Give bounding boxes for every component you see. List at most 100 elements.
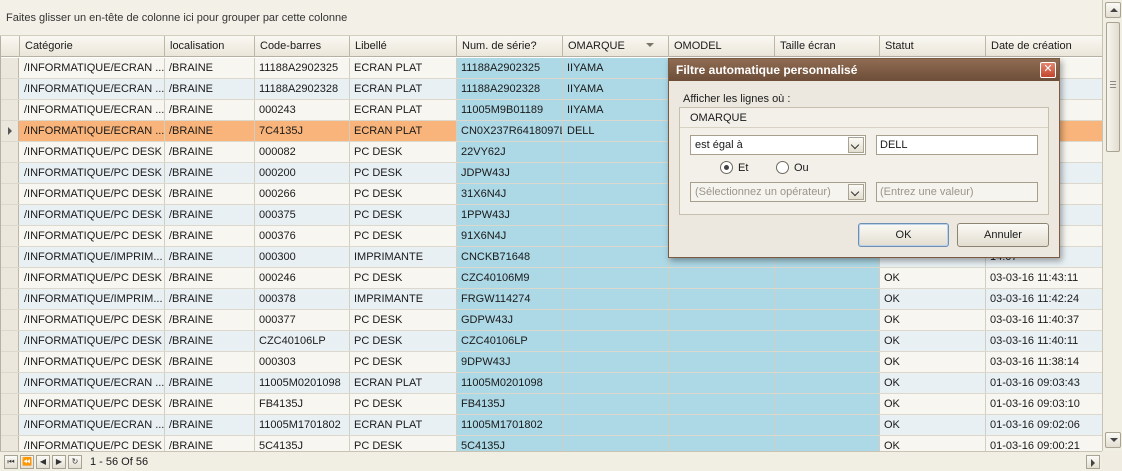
header-libelle[interactable]: Libellé: [350, 36, 457, 57]
cell-serie[interactable]: 11005M1701802: [457, 415, 563, 435]
row-indicator[interactable]: [1, 100, 19, 120]
cancel-button[interactable]: Annuler: [957, 223, 1049, 247]
row-indicator[interactable]: [1, 289, 19, 309]
cell-date[interactable]: 03-03-16 11:43:11: [986, 268, 1102, 288]
cell-cat[interactable]: /INFORMATIQUE/ECRAN ...: [20, 58, 165, 78]
table-row[interactable]: /INFORMATIQUE/PC DESK/BRAINE CZC40106LP PC…: [1, 331, 1102, 352]
cell-lib[interactable]: PC DESK: [350, 226, 457, 246]
cell-lib[interactable]: PC DESK: [350, 184, 457, 204]
cell-taille[interactable]: [775, 268, 880, 288]
cell-serie[interactable]: FRGW114274: [457, 289, 563, 309]
cell-lib[interactable]: PC DESK: [350, 394, 457, 414]
group-by-panel[interactable]: Faites glisser un en-tête de colonne ici…: [0, 0, 1122, 36]
cell-lib[interactable]: ECRAN PLAT: [350, 121, 457, 141]
row-indicator[interactable]: [1, 247, 19, 267]
cell-marque[interactable]: [563, 373, 669, 393]
row-indicator[interactable]: [1, 436, 19, 451]
cell-marque[interactable]: [563, 415, 669, 435]
cell-date[interactable]: 01-03-16 09:03:10: [986, 394, 1102, 414]
header-omarque[interactable]: OMARQUE: [563, 36, 669, 57]
cell-marque[interactable]: [563, 331, 669, 351]
cell-lib[interactable]: PC DESK: [350, 142, 457, 162]
prev-record-button[interactable]: ◀: [36, 455, 50, 469]
cell-taille[interactable]: [775, 310, 880, 330]
cell-loc[interactable]: /BRAINE: [165, 184, 255, 204]
operator1-select[interactable]: est égal à: [690, 135, 866, 155]
row-indicator[interactable]: [1, 415, 19, 435]
chevron-down-icon[interactable]: [848, 184, 864, 200]
cell-model[interactable]: [669, 394, 775, 414]
cell-serie[interactable]: 22VY62J: [457, 142, 563, 162]
cell-lib[interactable]: PC DESK: [350, 436, 457, 451]
cell-statut[interactable]: OK: [880, 373, 986, 393]
cell-date[interactable]: 01-03-16 09:02:06: [986, 415, 1102, 435]
cell-taille[interactable]: [775, 394, 880, 414]
cell-cat[interactable]: /INFORMATIQUE/PC DESK: [20, 205, 165, 225]
header-code-barres[interactable]: Code-barres: [255, 36, 350, 57]
cell-cat[interactable]: /INFORMATIQUE/PC DESK: [20, 142, 165, 162]
cell-lib[interactable]: ECRAN PLAT: [350, 100, 457, 120]
cell-cat[interactable]: /INFORMATIQUE/PC DESK: [20, 268, 165, 288]
cell-marque[interactable]: [563, 226, 669, 246]
cell-code[interactable]: 11005M0201098: [255, 373, 350, 393]
cell-date[interactable]: 03-03-16 11:40:37: [986, 310, 1102, 330]
cell-lib[interactable]: ECRAN PLAT: [350, 79, 457, 99]
cell-lib[interactable]: PC DESK: [350, 163, 457, 183]
cell-taille[interactable]: [775, 289, 880, 309]
cell-loc[interactable]: /BRAINE: [165, 394, 255, 414]
cell-serie[interactable]: CZC40106LP: [457, 331, 563, 351]
scroll-up-button[interactable]: [1105, 2, 1121, 18]
cell-loc[interactable]: /BRAINE: [165, 121, 255, 141]
cell-serie[interactable]: 11188A2902328: [457, 79, 563, 99]
table-row[interactable]: /INFORMATIQUE/ECRAN .../BRAINE 11005M1701…: [1, 415, 1102, 436]
cell-serie[interactable]: CZC40106M9: [457, 268, 563, 288]
cell-code[interactable]: FB4135J: [255, 394, 350, 414]
chevron-down-icon[interactable]: [848, 137, 864, 153]
cell-serie[interactable]: CN0X237R6418097L: [457, 121, 563, 141]
cell-lib[interactable]: PC DESK: [350, 310, 457, 330]
ok-button[interactable]: OK: [858, 223, 949, 247]
first-record-button[interactable]: ⏮: [4, 455, 18, 469]
cell-loc[interactable]: /BRAINE: [165, 226, 255, 246]
cell-model[interactable]: [669, 268, 775, 288]
row-indicator[interactable]: [1, 121, 19, 141]
cell-serie[interactable]: 11005M9B01189: [457, 100, 563, 120]
cell-marque[interactable]: [563, 184, 669, 204]
table-row[interactable]: /INFORMATIQUE/ECRAN .../BRAINE 11005M0201…: [1, 373, 1102, 394]
cell-code[interactable]: 5C4135J: [255, 436, 350, 451]
cell-code[interactable]: 11188A2902325: [255, 58, 350, 78]
cell-loc[interactable]: /BRAINE: [165, 205, 255, 225]
cell-serie[interactable]: 11005M0201098: [457, 373, 563, 393]
row-indicator[interactable]: [1, 184, 19, 204]
cell-date[interactable]: 03-03-16 11:38:14: [986, 352, 1102, 372]
cell-model[interactable]: [669, 436, 775, 451]
row-indicator[interactable]: [1, 163, 19, 183]
cell-taille[interactable]: [775, 436, 880, 451]
cell-serie[interactable]: JDPW43J: [457, 163, 563, 183]
cell-loc[interactable]: /BRAINE: [165, 79, 255, 99]
cell-statut[interactable]: OK: [880, 415, 986, 435]
cell-cat[interactable]: /INFORMATIQUE/IMPRIM...: [20, 247, 165, 267]
cell-lib[interactable]: ECRAN PLAT: [350, 58, 457, 78]
cell-statut[interactable]: OK: [880, 310, 986, 330]
cell-marque[interactable]: [563, 394, 669, 414]
cell-loc[interactable]: /BRAINE: [165, 163, 255, 183]
cell-code[interactable]: 11188A2902328: [255, 79, 350, 99]
scroll-right-button[interactable]: [1086, 455, 1100, 469]
table-row[interactable]: /INFORMATIQUE/IMPRIM.../BRAINE 000378 IMPR…: [1, 289, 1102, 310]
next-record-button[interactable]: ▶: [52, 455, 66, 469]
header-localisation[interactable]: localisation: [165, 36, 255, 57]
cell-cat[interactable]: /INFORMATIQUE/ECRAN ...: [20, 373, 165, 393]
value2-input[interactable]: (Entrez une valeur): [876, 182, 1038, 202]
cell-model[interactable]: [669, 331, 775, 351]
cell-date[interactable]: 03-03-16 11:40:11: [986, 331, 1102, 351]
cell-cat[interactable]: /INFORMATIQUE/PC DESK: [20, 310, 165, 330]
cell-serie[interactable]: 11188A2902325: [457, 58, 563, 78]
cell-marque[interactable]: IIYAMA: [563, 79, 669, 99]
cell-code[interactable]: CZC40106LP: [255, 331, 350, 351]
cell-model[interactable]: [669, 415, 775, 435]
cell-date[interactable]: 01-03-16 09:00:21: [986, 436, 1102, 451]
scroll-down-button[interactable]: [1105, 432, 1121, 448]
cell-code[interactable]: 000377: [255, 310, 350, 330]
row-indicator[interactable]: [1, 394, 19, 414]
